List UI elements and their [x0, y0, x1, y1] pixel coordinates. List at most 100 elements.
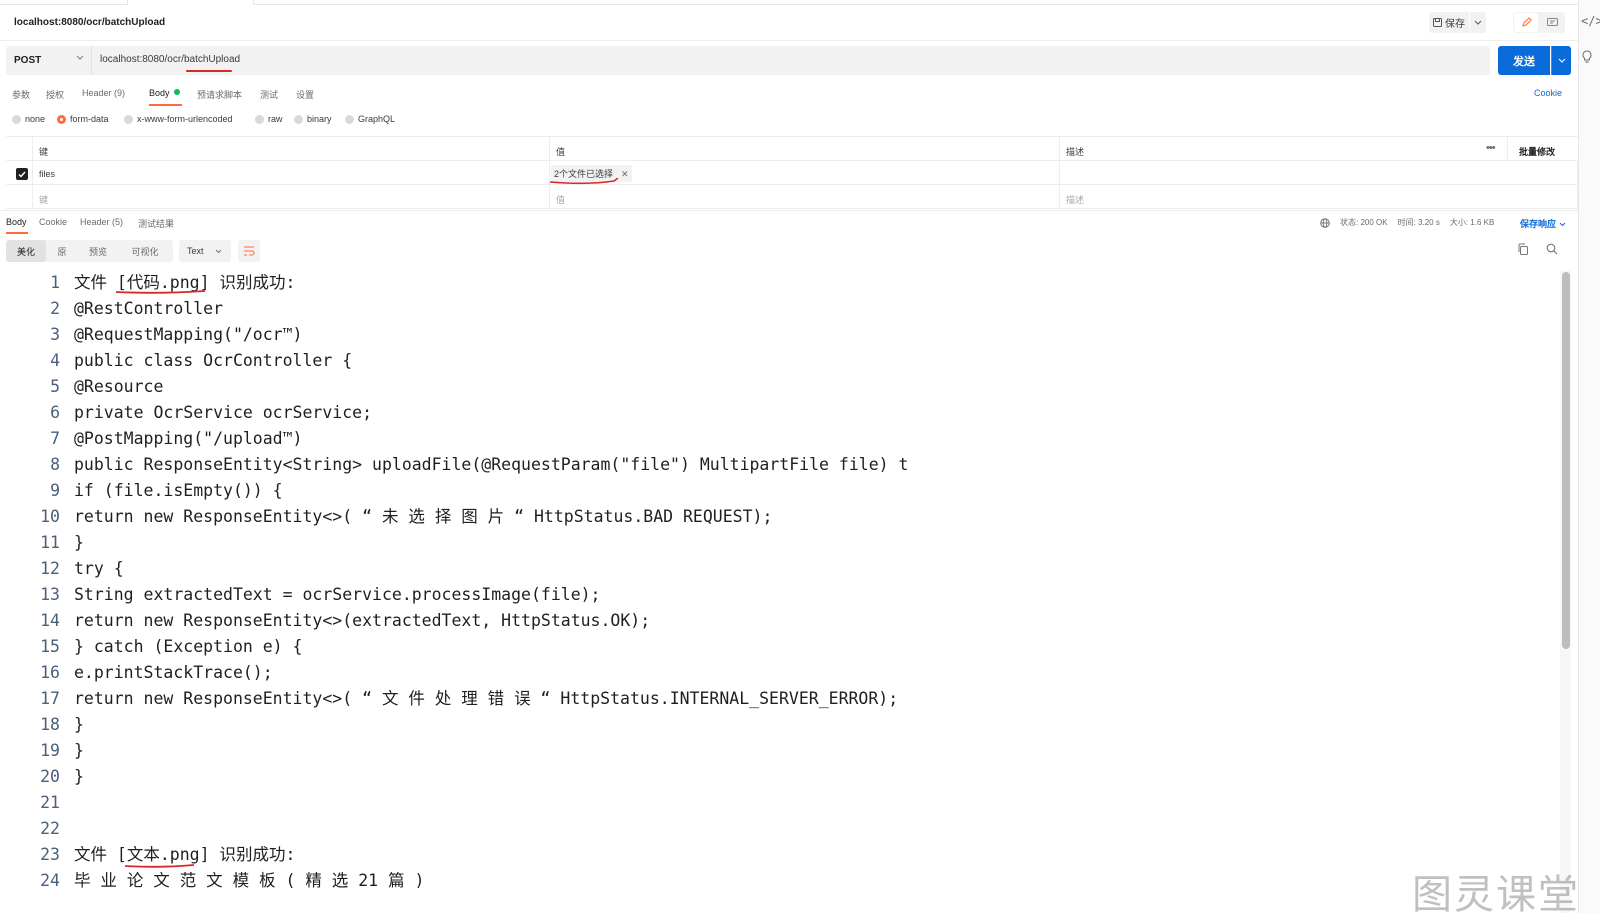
code-line: 22	[0, 816, 1560, 842]
active-tab-indicator	[6, 232, 28, 234]
radio-none[interactable]: none	[12, 114, 45, 124]
resp-tab-body[interactable]: Body	[6, 217, 27, 227]
format-tabs: 美化 原 预览 可视化	[6, 240, 173, 262]
save-response-button[interactable]: 保存响应	[1520, 217, 1566, 230]
code-line: 20}	[0, 764, 1560, 790]
copy-icon[interactable]	[1517, 243, 1529, 256]
description-cell[interactable]	[1060, 161, 1578, 185]
line-number: 1	[50, 273, 60, 292]
tab-auth[interactable]: 授权	[46, 88, 64, 101]
code-text: @Resource	[74, 377, 164, 396]
key-placeholder[interactable]: 键	[33, 185, 550, 209]
code-line: 10 return new ResponseEntity<>( “ 未 选 择 图…	[0, 504, 1560, 530]
line-number: 5	[50, 377, 60, 396]
table-row: files 2个文件已选择 ✕	[6, 161, 1578, 185]
more-icon[interactable]: •••	[1486, 142, 1496, 154]
code-line: 19}	[0, 738, 1560, 764]
bulk-edit-button[interactable]: 批量修改	[1519, 145, 1555, 158]
code-text: private OcrService ocrService;	[74, 403, 373, 422]
fmt-pretty[interactable]: 美化	[6, 240, 46, 262]
line-number: 21	[40, 793, 60, 812]
tab-pre-request-script[interactable]: 预请求脚本	[197, 88, 242, 101]
code-text: }	[74, 741, 84, 760]
response-size[interactable]: 大小: 1.6 KB	[1450, 217, 1494, 228]
description-placeholder[interactable]: 描述	[1060, 185, 1578, 209]
method-select[interactable]: POST	[6, 46, 92, 75]
code-text: @RequestMapping("/ocr™)	[74, 325, 303, 344]
save-icon	[1433, 18, 1442, 27]
value-placeholder[interactable]: 值	[550, 185, 1060, 209]
line-number: 3	[50, 325, 60, 344]
row-checkbox[interactable]	[16, 168, 28, 180]
line-number: 17	[40, 689, 60, 708]
line-number: 20	[40, 767, 60, 786]
code-text: }	[74, 767, 84, 786]
resp-tab-test-results[interactable]: 测试结果	[138, 217, 174, 230]
radio-form-data[interactable]: form-data	[57, 114, 109, 124]
tab-params[interactable]: 参数	[12, 88, 30, 101]
line-number: 11	[40, 533, 60, 552]
wrap-lines-button[interactable]	[238, 240, 260, 262]
radio-graphql[interactable]: GraphQL	[345, 114, 395, 124]
response-format-select[interactable]: Text	[179, 240, 231, 262]
annotation-underline	[186, 70, 232, 72]
tab-headers[interactable]: Header (9)	[82, 88, 125, 98]
comment-icon	[1546, 17, 1558, 26]
save-label: 保存	[1445, 19, 1465, 30]
comments-button[interactable]	[1540, 13, 1564, 32]
send-dropdown-button[interactable]	[1551, 46, 1571, 75]
line-number: 23	[40, 845, 60, 864]
chevron-down-icon	[76, 55, 84, 60]
line-number: 10	[40, 507, 60, 526]
fmt-visualize[interactable]: 可视化	[120, 240, 170, 262]
radio-circle	[294, 114, 303, 124]
tab-settings[interactable]: 设置	[296, 88, 314, 101]
scrollbar-thumb[interactable]	[1562, 272, 1570, 649]
cookies-link[interactable]: Cookie	[1534, 88, 1562, 98]
code-snippet-icon[interactable]: </>	[1581, 14, 1600, 28]
body-type-selector: none form-data x-www-form-urlencoded raw…	[0, 112, 1578, 128]
radio-binary[interactable]: binary	[294, 114, 332, 124]
code-line: 5 @Resource	[0, 374, 1560, 400]
radio-urlencoded[interactable]: x-www-form-urlencoded	[124, 114, 233, 124]
fmt-raw[interactable]: 原	[48, 240, 76, 262]
chevron-down-icon	[1559, 222, 1565, 227]
annotation-underline	[115, 290, 206, 294]
fmt-preview[interactable]: 预览	[78, 240, 118, 262]
save-dropdown-button[interactable]	[1470, 12, 1486, 33]
resp-tab-headers[interactable]: Header (5)	[80, 217, 123, 227]
radio-circle	[124, 114, 133, 124]
code-line: 13 String extractedText = ocrService.proc…	[0, 582, 1560, 608]
globe-icon[interactable]	[1320, 217, 1330, 228]
scrollbar[interactable]	[1560, 270, 1571, 913]
line-number: 15	[40, 637, 60, 656]
resp-tab-cookie[interactable]: Cookie	[39, 217, 67, 227]
header-value: 值	[550, 137, 1060, 161]
line-number: 7	[50, 429, 60, 448]
watermark: 图灵课堂	[1412, 872, 1580, 913]
response-time[interactable]: 时间: 3.20 s	[1398, 217, 1440, 228]
send-button[interactable]: 发送	[1498, 46, 1550, 75]
url-input[interactable]	[100, 54, 1480, 65]
save-button[interactable]: 保存	[1429, 12, 1469, 33]
response-body[interactable]: 1 文件 [代码.png] 识别成功: 2 @RestController 3 @Requ…	[0, 270, 1560, 913]
line-number: 19	[40, 741, 60, 760]
tab-body[interactable]: Body	[149, 88, 180, 98]
code-text: }	[74, 533, 84, 552]
key-cell[interactable]: files	[33, 161, 550, 185]
status-code[interactable]: 状态: 200 OK	[1340, 217, 1388, 228]
code-line: 4 public class OcrController {	[0, 348, 1560, 374]
header-description: 描述	[1060, 137, 1508, 161]
code-line: 9 if (file.isEmpty()) {	[0, 478, 1560, 504]
edit-button[interactable]	[1514, 13, 1538, 32]
tab-tests[interactable]: 测试	[260, 88, 278, 101]
radio-label: raw	[268, 114, 283, 124]
line-number: 9	[50, 481, 60, 500]
search-icon[interactable]	[1546, 243, 1558, 255]
radio-raw[interactable]: raw	[255, 114, 283, 124]
chevron-down-icon	[1558, 58, 1565, 63]
remove-file-icon[interactable]: ✕	[621, 169, 629, 179]
pencil-icon	[1521, 17, 1532, 27]
lightbulb-icon[interactable]	[1581, 50, 1593, 67]
active-tab-indicator	[149, 104, 182, 106]
